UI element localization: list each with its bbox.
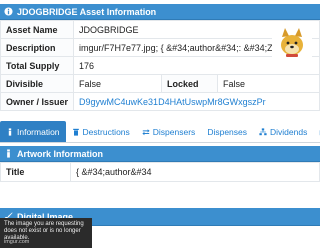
tab-information[interactable]: Information (0, 121, 66, 142)
table-row: Owner / Issuer D9gywMC4uwKe31D4HAtUswpMr… (0, 92, 320, 111)
tab-dividends-label: Dividends (270, 126, 308, 137)
total-supply-label: Total Supply (0, 56, 75, 75)
exchange-icon (142, 128, 150, 135)
locked-label: Locked (161, 74, 219, 93)
tab-dispensers-label: Dispensers (152, 126, 196, 137)
tab-dispenses[interactable]: Dispenses (201, 121, 253, 142)
asset-tabs: Information Destructions Dispensers Disp… (0, 121, 320, 143)
tab-history[interactable]: H (313, 121, 320, 142)
divisible-label: Divisible (0, 74, 75, 93)
tab-information-label: Information (17, 126, 60, 137)
table-row: Divisible False Locked False (0, 74, 320, 93)
tab-dispensers[interactable]: Dispensers (136, 121, 202, 142)
imgur-brand: imgur.com (4, 239, 30, 245)
owner-label: Owner / Issuer (0, 92, 75, 111)
divisible-value: False (73, 74, 163, 93)
trash-icon (72, 128, 79, 136)
sitemap-icon (259, 127, 267, 135)
asset-name-label: Asset Name (0, 20, 75, 39)
info-icon (7, 149, 10, 158)
artwork-title-label: Title (1, 163, 71, 181)
tab-destructions[interactable]: Destructions (66, 121, 136, 142)
tab-dividends[interactable]: Dividends (253, 121, 313, 142)
artwork-info-title: Artwork Information (17, 148, 104, 159)
info-icon (8, 127, 12, 136)
description-label: Description (0, 38, 75, 57)
missing-image-placeholder: The image you are requesting does not ex… (0, 218, 92, 248)
asset-info-header: JDOGBRIDGE Asset Information (0, 4, 320, 20)
tab-dispenses-label: Dispenses (207, 126, 247, 137)
asset-info-title: JDOGBRIDGE Asset Information (17, 6, 157, 17)
artwork-title-value: { &#34;author&#34 (76, 167, 152, 177)
doge-avatar-icon (272, 22, 312, 62)
tab-destructions-label: Destructions (82, 126, 130, 137)
locked-value: False (217, 74, 320, 93)
owner-address-link[interactable]: D9gywMC4uwKe31D4HAtUswpMr8GWxgszPr (73, 92, 320, 111)
asset-avatar (272, 22, 312, 62)
info-circle-icon (4, 7, 13, 16)
artwork-info-header: Artwork Information (0, 146, 320, 162)
artwork-title-row: Title { &#34;author&#34 (0, 162, 320, 182)
